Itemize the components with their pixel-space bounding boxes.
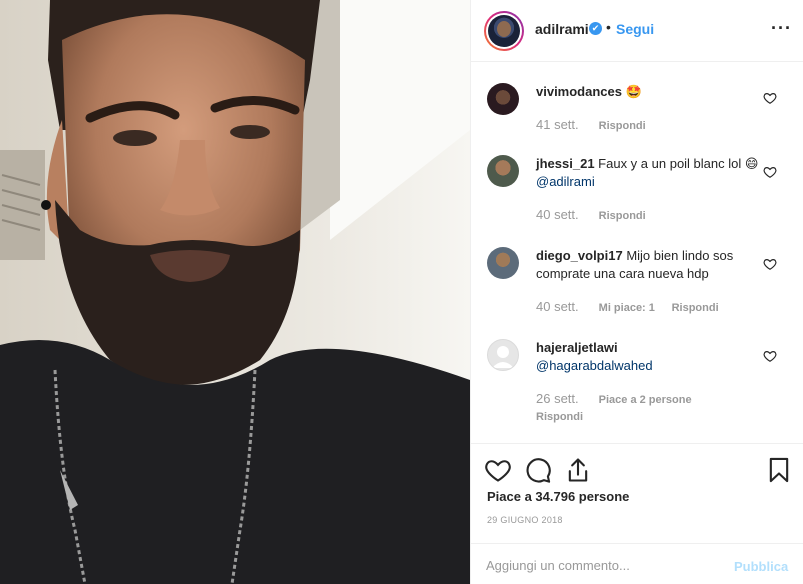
comment-heart-icon[interactable] bbox=[763, 165, 777, 179]
comment-heart-icon[interactable] bbox=[763, 257, 777, 271]
reply-button[interactable]: Rispondi bbox=[536, 411, 583, 423]
avatar-image bbox=[488, 15, 520, 47]
separator-dot: • bbox=[606, 19, 611, 35]
comment-text: 🤩 bbox=[625, 84, 642, 99]
comment-username[interactable]: hajeraljetlawi bbox=[536, 340, 618, 355]
share-icon[interactable] bbox=[564, 456, 592, 484]
commenter-avatar[interactable] bbox=[487, 83, 519, 115]
comments-list[interactable]: vivimodances 🤩 41 sett. Rispondi jhessi_… bbox=[471, 63, 803, 443]
heart-icon[interactable] bbox=[484, 456, 512, 484]
comment-timestamp: 26 sett. bbox=[536, 391, 579, 406]
comment-text: Faux y a un poil blanc lol 😄 bbox=[598, 156, 759, 171]
post-details-panel: adilrami ✔ • Segui ··· vivimodances 🤩 41… bbox=[470, 0, 803, 584]
comment-icon[interactable] bbox=[524, 456, 552, 484]
comment-timestamp: 40 sett. bbox=[536, 299, 579, 314]
post-header: adilrami ✔ • Segui ··· bbox=[471, 0, 803, 62]
author-username[interactable]: adilrami bbox=[535, 21, 589, 37]
likes-count[interactable]: Piace a 34.796 persone bbox=[487, 489, 629, 504]
reply-button[interactable]: Rispondi bbox=[599, 120, 646, 132]
comment-heart-icon[interactable] bbox=[763, 91, 777, 105]
comment-timestamp: 40 sett. bbox=[536, 207, 579, 222]
add-comment-section: Pubblica bbox=[471, 543, 803, 584]
commenter-avatar[interactable] bbox=[487, 247, 519, 279]
author-avatar[interactable] bbox=[484, 11, 524, 51]
comment-username[interactable]: diego_volpi17 bbox=[536, 248, 623, 263]
commenter-avatar[interactable] bbox=[487, 155, 519, 187]
comment-timestamp: 41 sett. bbox=[536, 117, 579, 132]
comment-mention[interactable]: @hagarabdalwahed bbox=[536, 358, 653, 373]
more-options-icon[interactable]: ··· bbox=[771, 18, 792, 39]
reply-button[interactable]: Rispondi bbox=[672, 302, 719, 314]
post-photo[interactable] bbox=[0, 0, 470, 584]
publish-button[interactable]: Pubblica bbox=[734, 559, 788, 574]
commenter-avatar[interactable] bbox=[487, 339, 519, 371]
comment-input[interactable] bbox=[486, 558, 726, 573]
comment-heart-icon[interactable] bbox=[763, 349, 777, 363]
follow-button[interactable]: Segui bbox=[616, 21, 654, 37]
post-date[interactable]: 29 GIUGNO 2018 bbox=[487, 515, 563, 525]
comment-username[interactable]: vivimodances bbox=[536, 84, 622, 99]
comment-likes-count[interactable]: Mi piace: 1 bbox=[599, 302, 655, 314]
post-image bbox=[0, 0, 470, 584]
verified-badge-icon: ✔ bbox=[589, 22, 602, 35]
comment-mention[interactable]: @adilrami bbox=[536, 174, 595, 189]
default-avatar-icon bbox=[492, 346, 514, 368]
bookmark-icon[interactable] bbox=[765, 456, 793, 484]
reply-button[interactable]: Rispondi bbox=[599, 210, 646, 222]
comment-username[interactable]: jhessi_21 bbox=[536, 156, 595, 171]
comment-likes-count[interactable]: Piace a 2 persone bbox=[599, 394, 692, 406]
